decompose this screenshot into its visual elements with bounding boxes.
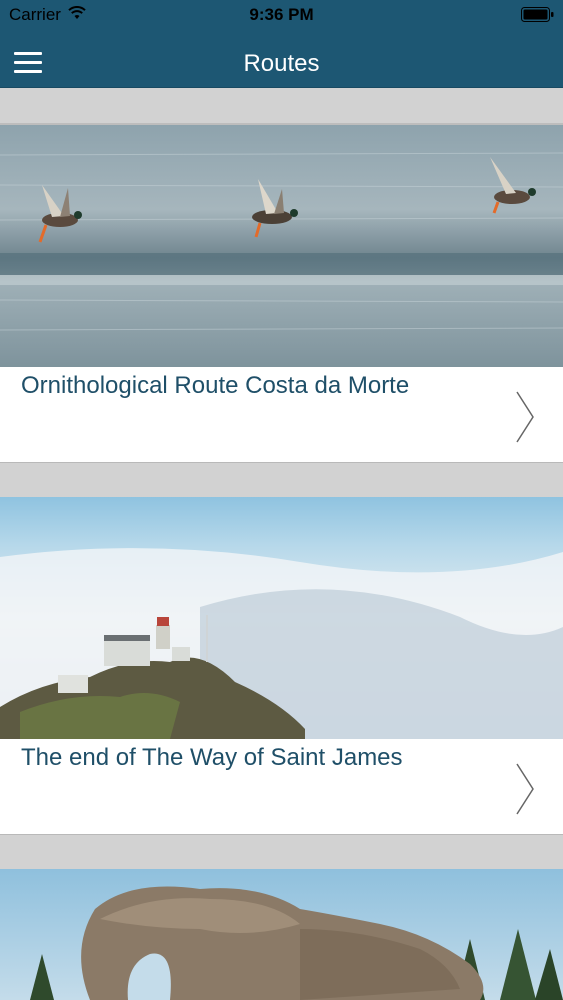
route-title: Ornithological Route Costa da Morte xyxy=(21,372,410,399)
status-bar: Carrier 9:36 PM xyxy=(0,0,563,30)
section-separator xyxy=(0,835,563,869)
route-photo-rock xyxy=(0,869,563,1000)
route-label-area: Ornithological Route Costa da Morte xyxy=(0,367,563,463)
chevron-right-icon[interactable] xyxy=(515,763,535,815)
route-title: The end of The Way of Saint James xyxy=(21,744,403,771)
route-photo-lighthouse xyxy=(0,497,563,739)
route-label-area: The end of The Way of Saint James xyxy=(0,739,563,835)
section-separator xyxy=(0,88,563,123)
clock-time: 9:36 PM xyxy=(249,5,314,24)
route-card[interactable]: Ornithological Route Costa da Morte xyxy=(0,125,563,463)
route-photo-ducks xyxy=(0,125,563,367)
battery-icon xyxy=(521,7,554,22)
chevron-right-icon[interactable] xyxy=(515,391,535,443)
navigation-bar: Routes xyxy=(0,30,563,88)
page-title: Routes xyxy=(243,50,320,77)
route-card[interactable]: The end of The Way of Saint James xyxy=(0,497,563,835)
route-card[interactable] xyxy=(0,869,563,1000)
section-separator xyxy=(0,463,563,497)
